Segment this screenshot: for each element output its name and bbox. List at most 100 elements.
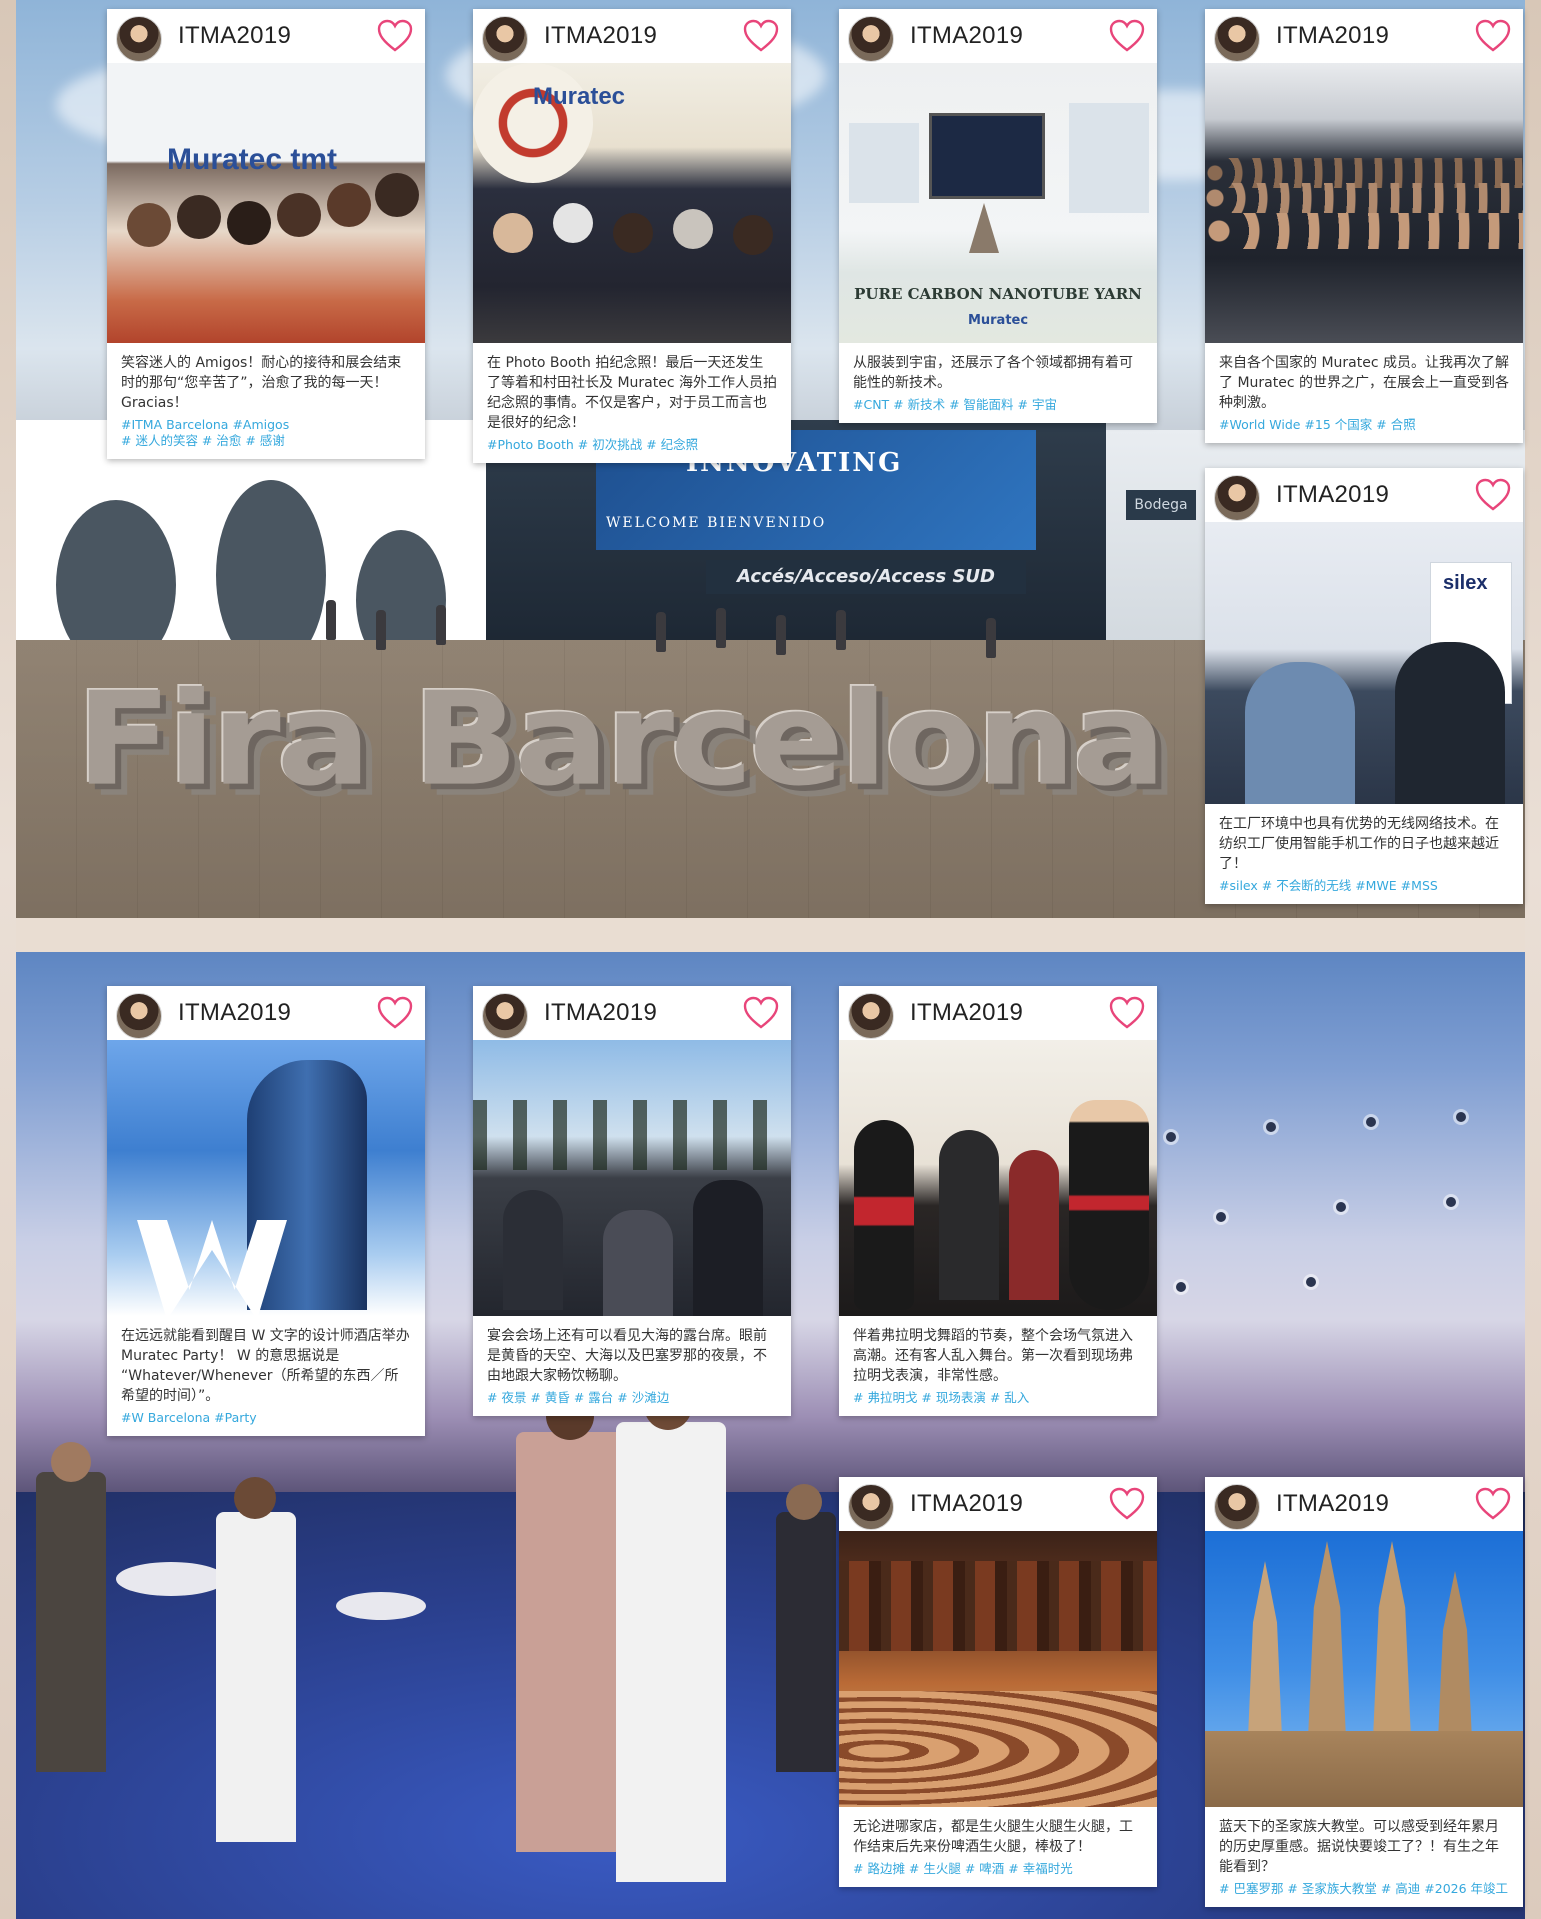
ceiling-light bbox=[1166, 1132, 1176, 1142]
post-header: ITMA2019 bbox=[1205, 9, 1523, 63]
post-photo bbox=[1205, 63, 1523, 343]
heart-icon[interactable] bbox=[1475, 478, 1511, 512]
post-photo: Muratec bbox=[473, 63, 791, 343]
heart-icon[interactable] bbox=[1109, 19, 1145, 53]
post-card[interactable]: ITMA2019 Muratec 在 Photo Booth 拍纪念照！最后一天… bbox=[473, 9, 791, 463]
post-caption: 在 Photo Booth 拍纪念照！最后一天还发生了等着和村田社长及 Mura… bbox=[487, 355, 777, 431]
account-name[interactable]: ITMA2019 bbox=[1276, 481, 1389, 509]
post-card[interactable]: ITMA2019 在远远就能看到醒目 W 文字的设计师酒店举办 Muratec … bbox=[107, 986, 425, 1436]
post-hashtags[interactable]: #ITMA Barcelona #Amigos # 迷人的笑容 # 治愈 # 感… bbox=[121, 417, 411, 449]
ceiling-light bbox=[1176, 1282, 1186, 1292]
account-name[interactable]: ITMA2019 bbox=[910, 22, 1023, 50]
post-hashtags[interactable]: #W Barcelona #Party bbox=[121, 1410, 411, 1426]
account-name[interactable]: ITMA2019 bbox=[544, 22, 657, 50]
post-caption: 在远远就能看到醒目 W 文字的设计师酒店举办 Muratec Party！ W … bbox=[121, 1328, 410, 1404]
guest bbox=[51, 1442, 91, 1482]
pedestrian bbox=[986, 618, 996, 658]
heart-icon[interactable] bbox=[1109, 1487, 1145, 1521]
post-hashtags[interactable]: # 巴塞罗那 # 圣家族大教堂 # 高迪 #2026 年竣工 bbox=[1219, 1881, 1509, 1897]
pedestrian bbox=[776, 615, 786, 655]
ceiling-light bbox=[1306, 1277, 1316, 1287]
account-name[interactable]: ITMA2019 bbox=[178, 22, 291, 50]
guest bbox=[786, 1484, 822, 1520]
post-header: ITMA2019 bbox=[473, 9, 791, 63]
post-card[interactable]: ITMA2019 伴着弗拉明戈舞蹈的节奏，整个会场气氛进入高潮。还有客人乱入舞台… bbox=[839, 986, 1157, 1416]
avatar[interactable] bbox=[1214, 1484, 1260, 1530]
post-header: ITMA2019 bbox=[1205, 468, 1523, 522]
banner-welcome: WELCOME BIENVENIDO bbox=[606, 515, 827, 531]
avatar[interactable] bbox=[848, 993, 894, 1039]
avatar[interactable] bbox=[1214, 16, 1260, 62]
guest bbox=[216, 1512, 296, 1842]
guest bbox=[36, 1472, 106, 1772]
ceiling-light bbox=[1456, 1112, 1466, 1122]
account-name[interactable]: ITMA2019 bbox=[544, 999, 657, 1027]
heart-icon[interactable] bbox=[1475, 19, 1511, 53]
heart-icon[interactable] bbox=[743, 19, 779, 53]
avatar[interactable] bbox=[848, 1484, 894, 1530]
post-hashtags[interactable]: #CNT # 新技术 # 智能面料 # 宇宙 bbox=[853, 397, 1143, 413]
avatar[interactable] bbox=[482, 16, 528, 62]
access-sign: Accés/Acceso/Access SUD bbox=[706, 560, 1026, 594]
account-name[interactable]: ITMA2019 bbox=[1276, 1490, 1389, 1518]
post-card[interactable]: ITMA2019 来自各个国家的 Muratec 成员。让我再次了解了 Mura… bbox=[1205, 9, 1523, 443]
account-name[interactable]: ITMA2019 bbox=[910, 1490, 1023, 1518]
heart-icon[interactable] bbox=[377, 996, 413, 1030]
post-photo bbox=[1205, 1531, 1523, 1807]
post-hashtags[interactable]: #World Wide #15 个国家 # 合照 bbox=[1219, 417, 1509, 433]
post-caption: 从服装到宇宙，还展示了各个领域都拥有着可能性的新技术。 bbox=[853, 355, 1133, 391]
table bbox=[116, 1562, 226, 1596]
ceiling-light bbox=[1366, 1117, 1376, 1127]
post-photo bbox=[839, 1040, 1157, 1316]
photo-logo-text: silex bbox=[1443, 572, 1488, 594]
avatar[interactable] bbox=[848, 16, 894, 62]
post-header: ITMA2019 bbox=[107, 986, 425, 1040]
post-header: ITMA2019 bbox=[839, 986, 1157, 1040]
avatar[interactable] bbox=[1214, 475, 1260, 521]
bodega-sign: Bodega bbox=[1126, 490, 1196, 520]
post-card[interactable]: ITMA2019 蓝天下的圣家族大教堂。可以感受到经年累月的历史厚重感。据说快要… bbox=[1205, 1477, 1523, 1907]
heart-icon[interactable] bbox=[1475, 1487, 1511, 1521]
page-margin-left bbox=[0, 0, 16, 1919]
post-header: ITMA2019 bbox=[473, 986, 791, 1040]
photo-logo-text: Muratec tmt bbox=[167, 143, 338, 176]
post-hashtags[interactable]: # 路边摊 # 生火腿 # 啤酒 # 幸福时光 bbox=[853, 1861, 1143, 1877]
heart-icon[interactable] bbox=[377, 19, 413, 53]
account-name[interactable]: ITMA2019 bbox=[178, 999, 291, 1027]
guest bbox=[616, 1422, 726, 1882]
pedestrian bbox=[716, 608, 726, 648]
heart-icon[interactable] bbox=[1109, 996, 1145, 1030]
post-caption: 来自各个国家的 Muratec 成员。让我再次了解了 Muratec 的世界之广… bbox=[1219, 355, 1509, 411]
post-card[interactable]: ITMA2019 PURE CARBON NANOTUBE YARN Murat… bbox=[839, 9, 1157, 423]
post-caption: 笑容迷人的 Amigos！耐心的接待和展会结束时的那句“您辛苦了”，治愈了我的每… bbox=[121, 355, 402, 411]
account-name[interactable]: ITMA2019 bbox=[910, 999, 1023, 1027]
post-hashtags[interactable]: #Photo Booth # 初次挑战 # 纪念照 bbox=[487, 437, 777, 453]
page-margin-right bbox=[1525, 0, 1541, 1919]
pedestrian bbox=[656, 612, 666, 652]
post-header: ITMA2019 bbox=[1205, 1477, 1523, 1531]
post-card[interactable]: ITMA2019 宴会会场上还有可以看见大海的露台席。眼前是黄昏的天空、大海以及… bbox=[473, 986, 791, 1416]
post-hashtags[interactable]: # 夜景 # 黄昏 # 露台 # 沙滩边 bbox=[487, 1390, 777, 1406]
ceiling-light bbox=[1336, 1202, 1346, 1212]
post-card[interactable]: ITMA2019 无论进哪家店，都是生火腿生火腿生火腿，工作结束后先来份啤酒生火… bbox=[839, 1477, 1157, 1887]
account-name[interactable]: ITMA2019 bbox=[1276, 22, 1389, 50]
post-hashtags[interactable]: #silex # 不会断的无线 #MWE #MSS bbox=[1219, 878, 1509, 894]
post-hashtags[interactable]: # 弗拉明戈 # 现场表演 # 乱入 bbox=[853, 1390, 1143, 1406]
heart-icon[interactable] bbox=[743, 996, 779, 1030]
photo-logo-text: Muratec bbox=[533, 83, 626, 110]
photo-logo-text: Muratec bbox=[967, 313, 1029, 328]
post-photo: Muratec tmt bbox=[107, 63, 425, 343]
post-photo: silex bbox=[1205, 522, 1523, 804]
ceiling-light bbox=[1266, 1122, 1276, 1132]
post-photo bbox=[839, 1531, 1157, 1807]
avatar[interactable] bbox=[116, 16, 162, 62]
post-caption: 在工厂环境中也具有优势的无线网络技术。在纺织工厂使用智能手机工作的日子也越来越近… bbox=[1219, 816, 1499, 872]
table bbox=[336, 1592, 426, 1620]
avatar[interactable] bbox=[482, 993, 528, 1039]
avatar[interactable] bbox=[116, 993, 162, 1039]
post-card[interactable]: ITMA2019 Muratec tmt 笑容迷人的 Amigos！耐心的接待和… bbox=[107, 9, 425, 459]
ceiling-light bbox=[1216, 1212, 1226, 1222]
post-card[interactable]: ITMA2019 silex 在工厂环境中也具有优势的无线网络技术。在纺织工厂使… bbox=[1205, 468, 1523, 904]
post-caption: 宴会会场上还有可以看见大海的露台席。眼前是黄昏的天空、大海以及巴塞罗那的夜景，不… bbox=[487, 1328, 767, 1384]
guest bbox=[234, 1477, 276, 1519]
